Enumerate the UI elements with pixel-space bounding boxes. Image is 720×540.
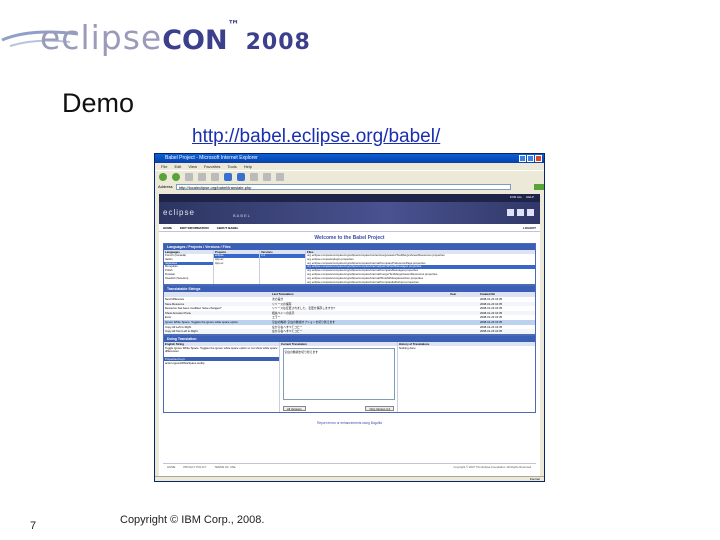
demo-url-link[interactable]: http://babel.eclipse.org/babel/ [192,126,440,148]
english-string-pane: English String Toggle Ignore White Space… [164,341,280,412]
people-icon[interactable] [507,209,514,216]
menu-view[interactable]: View [188,163,197,170]
browser-toolbar [155,170,544,182]
eclipsecon-logo: eclipseCON™ 2008 [0,10,310,62]
translation-textarea[interactable]: 空白の無視を切り替えます [282,347,395,400]
logo-con-text: CON [162,25,228,56]
forward-icon[interactable] [172,172,180,181]
user-icon[interactable] [527,209,534,216]
list-item[interactable]: org.eclipse.compare/compare/org/eclipse/… [306,281,535,285]
top-links: FOR ALL HELP [510,195,534,199]
site-footer: HOME PRIVACY POLICY TERMS OF USE Copyrig… [163,463,536,469]
site-topbar [159,194,540,202]
history-icon[interactable] [250,172,258,181]
stop-icon[interactable] [185,172,193,181]
refresh-icon[interactable] [198,172,206,181]
menu-help[interactable]: Help [244,163,252,170]
translation-panel: Doing Translation English String Toggle … [163,334,536,413]
footer-home[interactable]: HOME [167,464,175,469]
files-list[interactable]: Files org.eclipse.compare/compare/org/ec… [306,250,535,284]
home-icon[interactable] [211,172,219,181]
mail-icon[interactable] [263,172,271,181]
report-errors-link[interactable]: Report errors or enhancements using Bugz… [159,421,540,425]
browser-window: Babel Project - Microsoft Internet Explo… [154,153,545,482]
slide-title: Demo [62,88,135,118]
nav-edit-information[interactable]: EDIT INFORMATION [180,226,209,230]
back-icon[interactable] [159,172,167,181]
site-banner: eclipse BABEL [159,202,540,224]
list-item[interactable]: tptp.ex [214,262,259,266]
footer-privacy[interactable]: PRIVACY POLICY [183,464,206,469]
current-translation-pane: Current Translation 空白の無視を切り替えます All Ver… [280,341,398,412]
footer-copyright: Copyright © 2007 The Eclipse Foundation.… [453,465,532,469]
status-zone: Internet [529,477,540,481]
logo-eclipse-text: eclipse [40,18,163,57]
strings-panel: Translatable Strings Last Translation Us… [163,285,536,335]
menu-tools[interactable]: Tools [227,163,236,170]
browser-titlebar: Babel Project - Microsoft Internet Explo… [155,154,544,163]
address-label: Address [158,184,173,189]
go-button[interactable] [534,183,544,190]
babel-page: FOR ALL HELP eclipse BABEL HOME EDIT INF… [159,194,540,477]
all-versions-button[interactable]: All Versions [283,405,306,411]
close-icon[interactable] [535,155,542,162]
welcome-heading: Welcome to the Babel Project [314,235,385,241]
history-pane: History of Translations Nothing done [398,341,535,412]
site-nav: HOME EDIT INFORMATION ABOUT BABEL LOGOUT [159,224,540,232]
properties-key-value: action.IgnoreWhiteSpace.tooltip [165,360,205,365]
history-text: Nothing done [399,345,416,350]
nav-about-babel[interactable]: ABOUT BABEL [217,226,239,230]
footer-terms[interactable]: TERMS OF USE [214,464,235,469]
versions-list[interactable]: Versions 3.4 [260,250,306,285]
search-icon[interactable] [224,172,232,181]
nav-home[interactable]: HOME [163,226,172,230]
list-item[interactable]: 3.4 [260,254,305,258]
browser-title-text: Babel Project - Microsoft Internet Explo… [165,155,258,161]
minimize-icon[interactable] [519,155,526,162]
logo-year-text: 2008 [245,30,311,55]
print-icon[interactable] [276,172,284,181]
menu-edit[interactable]: Edit [174,163,181,170]
languages-list[interactable]: Languages French (Canada) Italian Japane… [164,250,214,285]
slide-copyright: Copyright © IBM Corp., 2008. [120,514,265,526]
logo-tm-text: ™ [227,18,240,32]
site-sub-brand: BABEL [233,213,251,218]
projects-list[interactable]: Projects eclipse tptp.ac tptp.ex [214,250,260,285]
english-string-text: Toggle Ignore White Space: Toggles the i… [165,345,278,354]
maximize-icon[interactable] [527,155,534,162]
menu-favorites[interactable]: Favorites [204,163,220,170]
only-version-button[interactable]: Only Version 3.4 [365,405,394,411]
lpvf-panel: Languages / Projects / Versions / Files … [163,243,536,286]
page-number: 7 [30,520,37,532]
site-brand: eclipse [163,208,195,217]
logo-wordmark: eclipseCON™ 2008 [40,18,311,57]
table-row[interactable]: Copy All from Left to Right 左から右へすべてコピー 20… [164,329,535,334]
browser-menubar: File Edit View Favorites Tools Help [155,163,544,170]
favorites-icon[interactable] [237,172,245,181]
top-link-help[interactable]: HELP [526,195,534,199]
top-link-for-all[interactable]: FOR ALL [510,195,522,199]
logout-link[interactable]: LOGOUT [523,226,536,230]
current-translation-label: Current Translation [280,341,397,346]
address-input[interactable]: http://localeclipse.org/babel/translate.… [175,183,511,190]
list-item[interactable]: Swedish (Sweden) [164,277,213,281]
menu-file[interactable]: File [161,163,167,170]
address-bar: Address http://localeclipse.org/babel/tr… [155,182,544,191]
browser-statusbar: Internet [155,476,544,481]
download-icon[interactable] [517,209,524,216]
